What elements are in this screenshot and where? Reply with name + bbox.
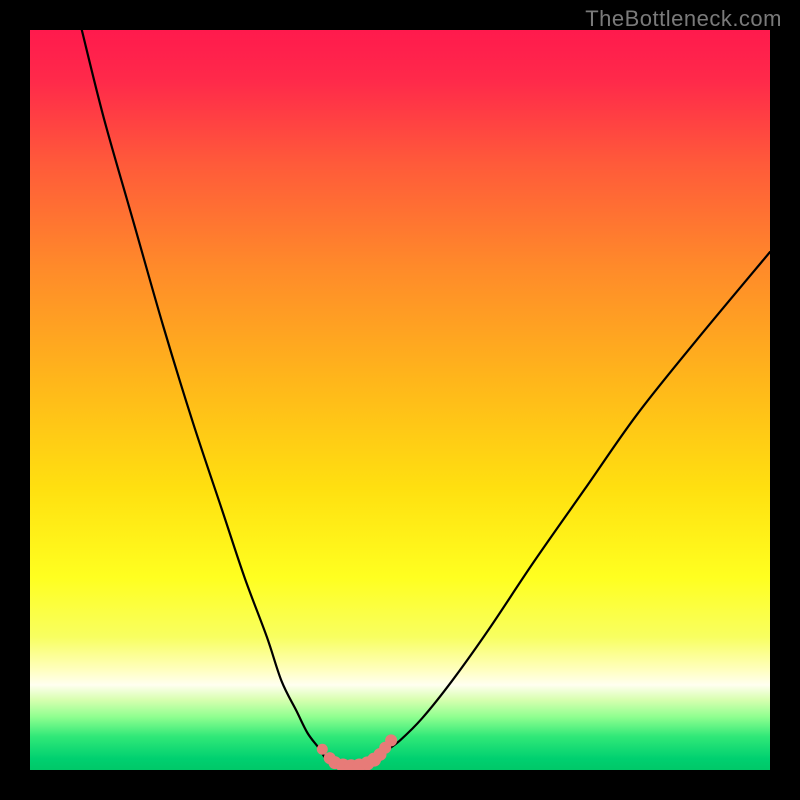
bottleneck-curve — [82, 30, 770, 766]
bottleneck-markers — [317, 734, 397, 770]
curve-layer — [30, 30, 770, 770]
bottleneck-marker — [385, 734, 397, 746]
chart-frame: TheBottleneck.com — [0, 0, 800, 800]
plot-area — [30, 30, 770, 770]
watermark-text: TheBottleneck.com — [585, 6, 782, 32]
bottleneck-marker — [317, 744, 328, 755]
